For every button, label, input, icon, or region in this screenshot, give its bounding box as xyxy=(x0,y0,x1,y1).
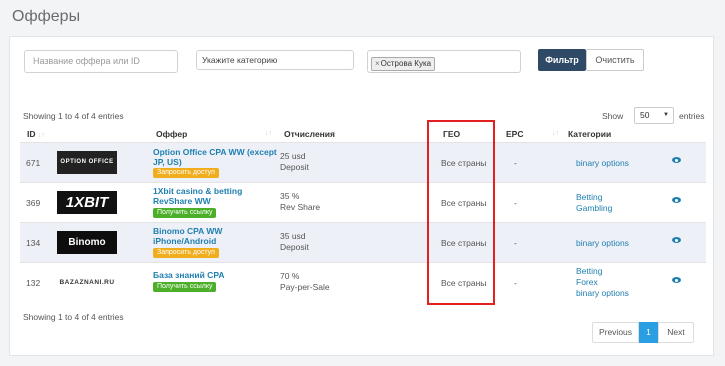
get-link-button[interactable]: Получить ссылку xyxy=(153,282,217,292)
filter-button[interactable]: Фильтр xyxy=(538,49,586,71)
category-link[interactable]: binary options xyxy=(576,288,629,299)
eye-icon[interactable] xyxy=(672,237,681,243)
eye-icon[interactable] xyxy=(672,157,681,163)
eye-icon[interactable] xyxy=(672,277,681,283)
sort-icon: ↓↑ xyxy=(552,130,559,137)
offer-logo: OPTION OFFICE xyxy=(57,151,117,174)
category-link[interactable]: Forex xyxy=(576,277,598,288)
table-row: 369 1XBIT 1Xbit casino & betting RevShar… xyxy=(20,182,706,222)
col-header-id[interactable]: ID ↓↑ xyxy=(27,129,45,139)
category-link[interactable]: Gambling xyxy=(576,203,612,214)
col-categories-label: Категории xyxy=(568,129,612,139)
page-title: Офферы xyxy=(12,8,81,25)
row-id: 671 xyxy=(26,158,41,168)
offer-link[interactable]: 1Xbit casino & betting RevShare WW xyxy=(153,186,278,206)
entries-info-bottom: Showing 1 to 4 of 4 entries xyxy=(23,312,124,322)
entries-info-top: Showing 1 to 4 of 4 entries xyxy=(23,111,124,121)
category-link[interactable]: binary options xyxy=(576,238,629,249)
row-id: 132 xyxy=(26,278,41,288)
col-deductions-label: Отчисления xyxy=(284,129,335,139)
page-length-value: 50 xyxy=(640,110,650,120)
category-select[interactable]: Укажите категорию xyxy=(196,50,354,70)
col-header-categories[interactable]: Категории xyxy=(568,129,611,139)
deduction-amount: 25 usd xyxy=(280,151,306,161)
entries-label: entries xyxy=(679,111,705,121)
clear-button[interactable]: Очистить xyxy=(586,49,644,71)
offers-panel: Название оффера или ID Укажите категорию… xyxy=(9,36,714,356)
offer-link[interactable]: Binomo CPA WW iPhone/Android xyxy=(153,226,278,246)
epc-value: - xyxy=(514,278,517,288)
eye-icon[interactable] xyxy=(672,197,681,203)
table-row: 132 BAZAZNANI.RU База знаний CPA Получит… xyxy=(20,262,706,302)
col-header-deductions[interactable]: Отчисления xyxy=(284,129,335,139)
table-row: 134 Binomo Binomo CPA WW iPhone/Android … xyxy=(20,222,706,262)
row-id: 369 xyxy=(26,198,41,208)
deduction-amount: 35 usd xyxy=(280,231,306,241)
geo-multiselect[interactable]: ×Острова Кука xyxy=(367,50,521,73)
geo-column-highlight xyxy=(427,120,495,305)
category-link[interactable]: binary options xyxy=(576,158,629,169)
col-header-epc[interactable]: EPC xyxy=(506,129,523,139)
request-access-button[interactable]: Запросить доступ xyxy=(153,168,219,178)
col-header-offer[interactable]: Оффер xyxy=(156,129,187,139)
category-link[interactable]: Betting xyxy=(576,266,602,277)
deduction-type: Deposit xyxy=(280,162,309,172)
offer-logo: Binomo xyxy=(57,231,117,254)
sort-icon: ↓↑ xyxy=(265,130,272,137)
get-link-button[interactable]: Получить ссылку xyxy=(153,208,217,218)
request-access-button[interactable]: Запросить доступ xyxy=(153,248,219,258)
page-length-select[interactable]: 50 ▼ xyxy=(634,107,674,124)
tag-remove-icon[interactable]: × xyxy=(375,59,380,68)
deduction-amount: 35 % xyxy=(280,191,300,201)
deduction-type: Deposit xyxy=(280,242,309,252)
epc-value: - xyxy=(514,158,517,168)
epc-value: - xyxy=(514,198,517,208)
offer-link[interactable]: Option Office CPA WW (except JP, US) xyxy=(153,147,278,167)
show-label: Show xyxy=(602,111,624,121)
deduction-type: Rev Share xyxy=(280,202,321,212)
offer-logo: 1XBIT xyxy=(57,191,117,214)
col-id-label: ID xyxy=(27,129,36,139)
category-link[interactable]: Betting xyxy=(576,192,602,203)
pagination-next[interactable]: Next xyxy=(658,322,694,343)
epc-value: - xyxy=(514,238,517,248)
caret-down-icon: ▼ xyxy=(663,112,669,118)
geo-tag: ×Острова Кука xyxy=(371,57,436,71)
row-id: 134 xyxy=(26,238,41,248)
sort-icon: ↓↑ xyxy=(37,132,45,139)
col-epc-label: EPC xyxy=(506,129,524,139)
col-offer-label: Оффер xyxy=(156,129,188,139)
offer-logo: BAZAZNANI.RU xyxy=(57,271,117,294)
geo-tag-label: Острова Кука xyxy=(380,59,432,68)
deduction-type: Pay-per-Sale xyxy=(280,282,330,292)
pagination-previous[interactable]: Previous xyxy=(592,322,639,343)
pagination-page[interactable]: 1 xyxy=(639,322,658,343)
deduction-amount: 70 % xyxy=(280,271,300,281)
offer-search-input[interactable]: Название оффера или ID xyxy=(24,50,178,73)
offer-link[interactable]: База знаний CPA xyxy=(153,270,278,280)
table-row: 671 OPTION OFFICE Option Office CPA WW (… xyxy=(20,142,706,182)
